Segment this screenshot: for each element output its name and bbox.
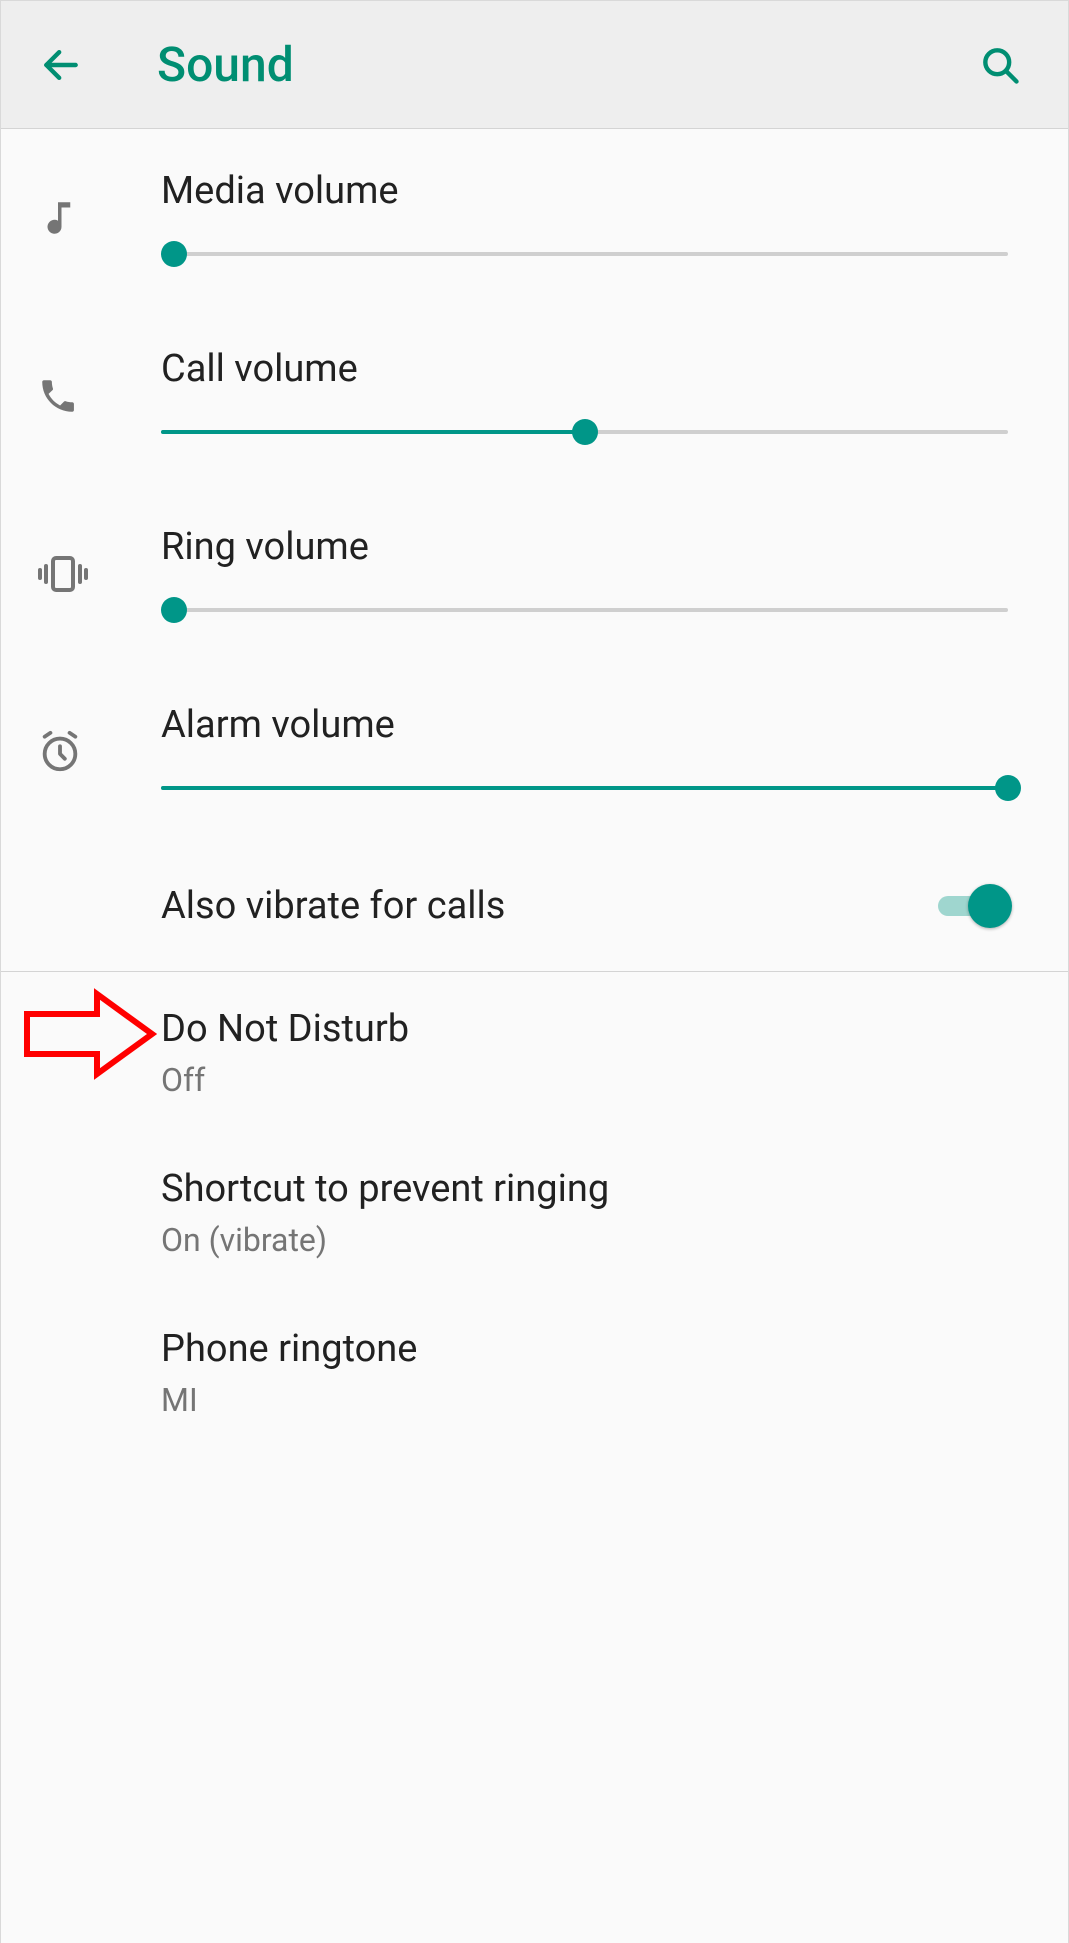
alarm-volume-slider[interactable] (161, 775, 1008, 801)
do-not-disturb-title: Do Not Disturb (161, 1005, 409, 1054)
content: Media volume Call volume (1, 129, 1068, 1943)
phone-ringtone-item[interactable]: Phone ringtone MI (1, 1292, 1068, 1452)
annotation-arrow-icon (17, 984, 157, 1084)
phone-ringtone-subtitle: MI (161, 1381, 417, 1419)
shortcut-prevent-ringing-subtitle: On (vibrate) (161, 1221, 609, 1259)
alarm-volume-label: Alarm volume (161, 703, 1008, 747)
app-bar: Sound (1, 1, 1068, 129)
vibrate-for-calls-switch[interactable] (938, 884, 1008, 928)
media-volume-row: Media volume (1, 129, 1068, 307)
phone-icon (37, 375, 79, 417)
media-volume-slider[interactable] (161, 241, 1008, 267)
music-note-icon (37, 197, 79, 239)
shortcut-prevent-ringing-item[interactable]: Shortcut to prevent ringing On (vibrate) (1, 1132, 1068, 1292)
ring-volume-label: Ring volume (161, 525, 1008, 569)
back-arrow-icon (39, 43, 83, 87)
shortcut-prevent-ringing-title: Shortcut to prevent ringing (161, 1165, 609, 1214)
ring-volume-slider[interactable] (161, 597, 1008, 623)
do-not-disturb-subtitle: Off (161, 1061, 409, 1099)
back-button[interactable] (21, 25, 101, 105)
vibrate-icon (37, 553, 89, 595)
phone-ringtone-title: Phone ringtone (161, 1325, 417, 1374)
search-button[interactable] (960, 25, 1040, 105)
search-icon (978, 43, 1022, 87)
call-volume-label: Call volume (161, 347, 1008, 391)
alarm-volume-row: Alarm volume (1, 663, 1068, 841)
ring-volume-row: Ring volume (1, 485, 1068, 663)
alarm-clock-icon (37, 729, 83, 775)
sound-settings-screen: Sound Media volume (0, 0, 1069, 1943)
do-not-disturb-item[interactable]: Do Not Disturb Off (1, 972, 1068, 1132)
page-title: Sound (157, 36, 294, 93)
call-volume-slider[interactable] (161, 419, 1008, 445)
vibrate-for-calls-label: Also vibrate for calls (161, 884, 938, 928)
vibrate-for-calls-row[interactable]: Also vibrate for calls (1, 841, 1068, 971)
media-volume-label: Media volume (161, 169, 1008, 213)
call-volume-row: Call volume (1, 307, 1068, 485)
